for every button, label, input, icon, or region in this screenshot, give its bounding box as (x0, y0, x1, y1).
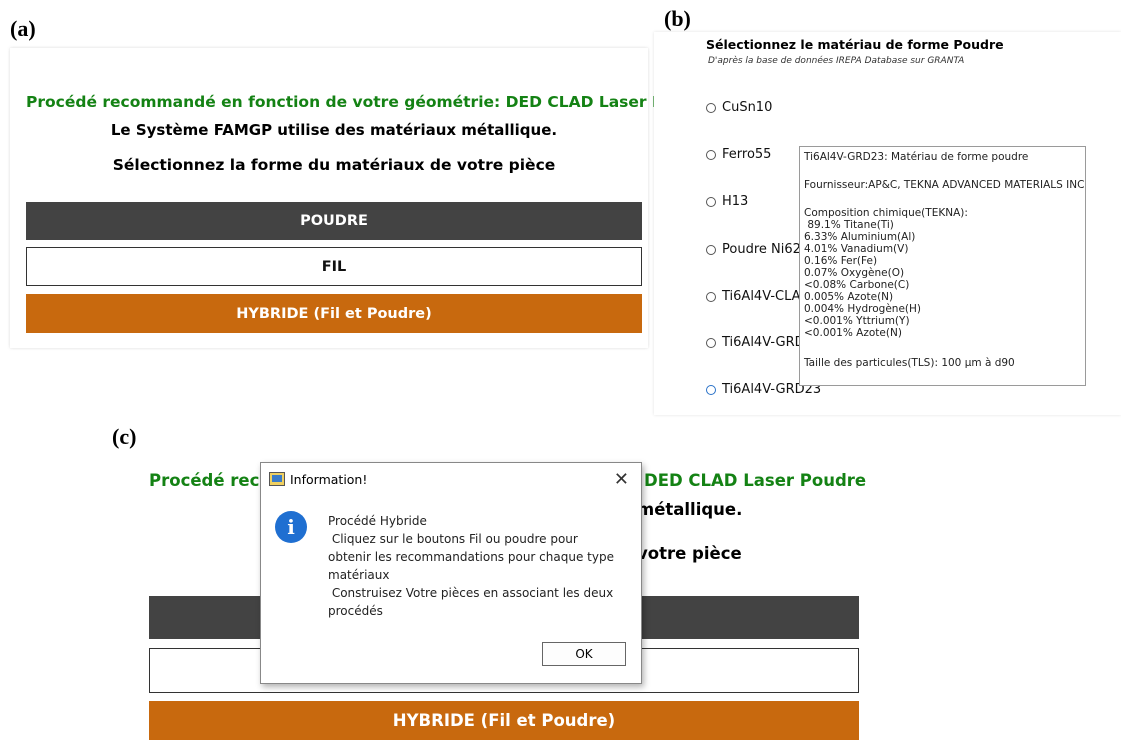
option-cusn10[interactable]: CuSn10 (706, 100, 772, 115)
recommended-process-text-left: Procédé rec (149, 471, 260, 490)
database-subtitle: D'après la base de données IREPA Databas… (708, 56, 965, 66)
radio-icon[interactable] (706, 337, 716, 348)
poudre-button[interactable]: POUDRE (26, 202, 642, 240)
panel-c-label: (c) (112, 424, 137, 449)
dialog-message: Procédé Hybride Cliquez sur le boutons F… (328, 512, 628, 620)
panel-b-label: (b) (664, 6, 691, 31)
select-form-text: Sélectionnez la forme du matériaux de vo… (112, 156, 556, 174)
option-ferro55[interactable]: Ferro55 (706, 147, 771, 162)
message-line: Cliquez sur le boutons Fil ou poudre pou… (328, 532, 578, 546)
composition-line: 0.005% Azote(N) (804, 291, 894, 303)
message-line: Construisez Votre pièces en associant le… (328, 586, 614, 600)
app-icon (269, 472, 285, 486)
composition-line: 0.16% Fer(Fe) (804, 255, 878, 267)
system-text: Le Système FAMGP utilise des matériaux m… (110, 121, 558, 139)
option-label: H13 (722, 194, 749, 209)
option-label: CuSn10 (722, 100, 773, 115)
panel-a-label: (a) (10, 16, 36, 41)
fil-button[interactable]: FIL (26, 247, 642, 286)
hybride-button[interactable]: HYBRIDE (Fil et Poudre) (149, 701, 859, 740)
system-text-fragment: métallique. (637, 500, 743, 519)
select-text-fragment: votre pièce (637, 544, 742, 563)
tooltip-particle-size: Taille des particules(TLS): 100 µm à d90 (804, 357, 1015, 369)
recommended-process-text: Procédé recommandé en fonction de votre … (26, 93, 715, 111)
close-icon[interactable]: ✕ (614, 469, 629, 490)
material-tooltip: Ti6Al4V-GRD23: Matériau de forme poudre … (799, 146, 1086, 386)
composition-line: <0.001% Azote(N) (804, 327, 902, 339)
message-line: obtenir les recommandations pour chaque … (328, 550, 614, 564)
radio-icon[interactable] (706, 384, 716, 395)
message-line: Procédé Hybride (328, 514, 427, 528)
radio-icon[interactable] (706, 149, 716, 160)
composition-line: <0.001% Yttrium(Y) (804, 315, 910, 327)
radio-icon[interactable] (706, 244, 716, 255)
recommended-process-text-right: DED CLAD Laser Poudre (644, 471, 867, 490)
composition-line: 0.07% Oxygène(O) (804, 267, 905, 279)
radio-icon[interactable] (706, 291, 716, 302)
option-label: Poudre Ni625 (722, 242, 810, 257)
information-dialog: Information! ✕ i Procédé Hybride Cliquez… (260, 462, 642, 684)
tooltip-supplier: Fournisseur:AP&C, TEKNA ADVANCED MATERIA… (804, 179, 1085, 191)
dialog-titlebar[interactable]: Information! (261, 463, 641, 495)
ok-button[interactable]: OK (542, 642, 626, 666)
composition-line: 4.01% Vanadium(V) (804, 243, 909, 255)
option-poudre-ni625[interactable]: Poudre Ni625 (706, 242, 809, 257)
info-icon: i (275, 511, 307, 543)
option-label: Ferro55 (722, 147, 772, 162)
composition-line: <0.08% Carbone(C) (804, 279, 910, 291)
composition-line: 89.1% Titane(Ti) (804, 219, 894, 231)
powder-material-title: Sélectionnez le matériau de forme Poudre (706, 37, 1004, 52)
composition-line: 0.004% Hydrogène(H) (804, 303, 921, 315)
tooltip-header: Ti6Al4V-GRD23: Matériau de forme poudre (804, 151, 1029, 163)
option-ti6al4v-grd5[interactable]: Ti6Al4V-GRD5 (706, 335, 813, 350)
option-h13[interactable]: H13 (706, 194, 748, 209)
dialog-title: Information! (290, 471, 368, 487)
tooltip-composition-title: Composition chimique(TEKNA): (804, 207, 968, 219)
panel-b: Sélectionnez le matériau de forme Poudre… (654, 32, 1121, 415)
message-line: procédés (328, 604, 383, 618)
message-line: matériaux (328, 568, 390, 582)
radio-icon[interactable] (706, 196, 716, 207)
hybride-button[interactable]: HYBRIDE (Fil et Poudre) (26, 294, 642, 333)
option-label: Ti6Al4V-CLAD (722, 289, 811, 304)
option-ti6al4v-clad[interactable]: Ti6Al4V-CLAD (706, 289, 811, 304)
radio-icon[interactable] (706, 102, 716, 113)
panel-a: Procédé recommandé en fonction de votre … (10, 48, 714, 348)
composition-line: 6.33% Aluminium(Al) (804, 231, 916, 243)
